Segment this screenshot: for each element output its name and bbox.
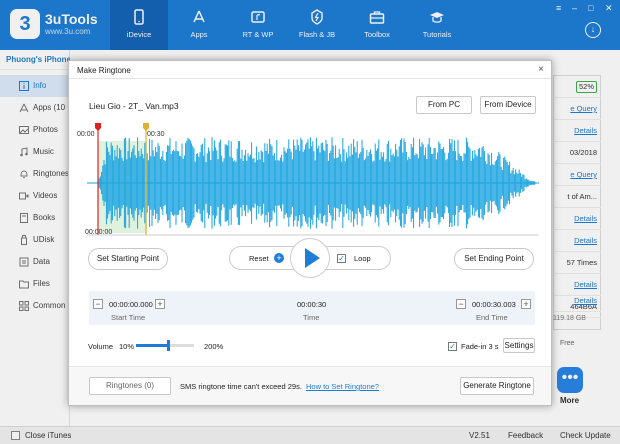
play-button[interactable]: [290, 238, 330, 278]
end-marker-handle[interactable]: [143, 123, 149, 131]
waveform-path: [98, 137, 536, 229]
sms-note: SMS ringtone time can't exceed 29s.: [180, 382, 302, 391]
file-name: Lieu Gio - 2T_ Van.mp3: [89, 101, 179, 111]
start-time-label: Start Time: [111, 313, 146, 322]
from-idevice-button[interactable]: From iDevice: [480, 96, 536, 114]
make-ringtone-dialog: Make Ringtone × Lieu Gio - 2T_ Van.mp3 F…: [68, 60, 552, 406]
fade-in-checkbox[interactable]: ✓: [448, 342, 457, 351]
start-time-value[interactable]: 00:00:00.000: [109, 300, 153, 309]
volume-slider[interactable]: [136, 340, 194, 351]
start-marker-handle[interactable]: [95, 123, 101, 131]
how-to-link[interactable]: How to Set Ringtone?: [306, 382, 379, 391]
axis-start-time: 00:00:00: [85, 229, 113, 236]
duration-value: 00:00:30: [297, 300, 327, 309]
volume-knob[interactable]: [166, 340, 170, 351]
volume-fill: [136, 344, 168, 347]
dialog-footer: Ringtones (0) SMS ringtone time can't ex…: [69, 366, 551, 405]
generate-ringtone-button[interactable]: Generate Ringtone: [460, 377, 534, 395]
ringtones-button[interactable]: Ringtones (0): [89, 377, 171, 395]
settings-button[interactable]: Settings: [503, 338, 535, 353]
duration-label: Time: [303, 313, 320, 322]
start-time-decrease[interactable]: −: [93, 299, 103, 309]
set-starting-point-button[interactable]: Set Starting Point: [88, 248, 168, 270]
fade-in-label: Fade-in 3 s: [461, 342, 499, 351]
waveform[interactable]: [87, 121, 539, 239]
end-time-increase[interactable]: +: [521, 299, 531, 309]
dialog-title: Make Ringtone: [77, 66, 131, 75]
play-icon: [305, 248, 320, 268]
reset-button[interactable]: Reset: [249, 254, 269, 263]
time-panel: − 00:00:00.000 + Start Time 00:00:30 Tim…: [89, 291, 535, 325]
from-pc-button[interactable]: From PC: [416, 96, 472, 114]
loop-checkbox[interactable]: ✓: [337, 254, 346, 263]
end-time-decrease[interactable]: −: [456, 299, 466, 309]
loop-label: Loop: [354, 254, 371, 263]
volume-label: Volume: [88, 342, 114, 351]
volume-min: 10%: [119, 342, 135, 351]
add-icon[interactable]: +: [274, 253, 284, 263]
dialog-divider: [69, 78, 551, 79]
waveform-bars: [98, 137, 536, 229]
close-icon[interactable]: ×: [538, 64, 544, 75]
start-time-increase[interactable]: +: [155, 299, 165, 309]
end-time-value[interactable]: 00:00:30.003: [472, 300, 516, 309]
end-time-label: End Time: [476, 313, 508, 322]
set-ending-point-button[interactable]: Set Ending Point: [454, 248, 534, 270]
volume-max: 200%: [204, 342, 224, 351]
